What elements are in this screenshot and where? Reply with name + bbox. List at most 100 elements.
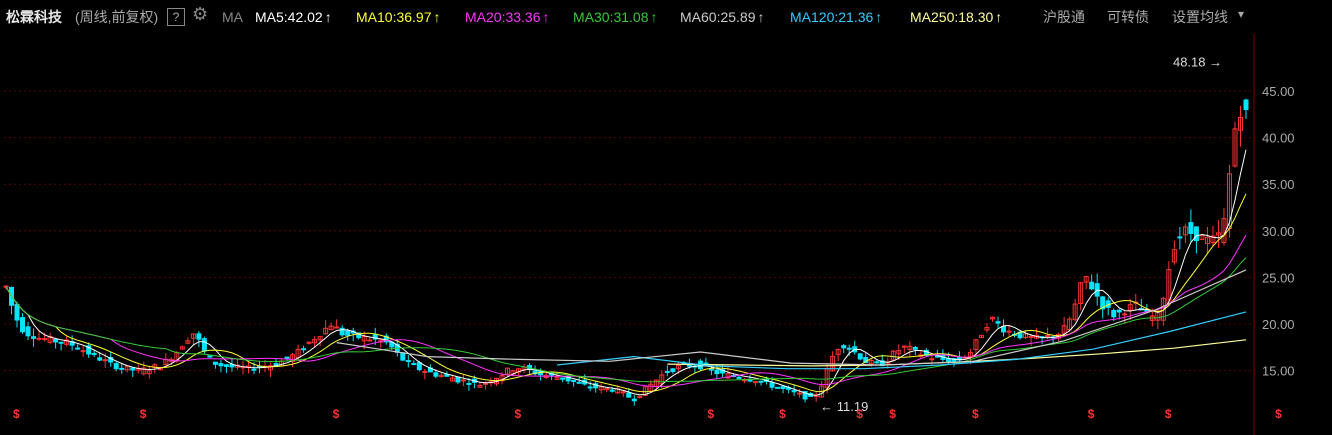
candle-body bbox=[576, 381, 582, 384]
up-arrow-icon: ↑ bbox=[757, 9, 765, 25]
candle-body bbox=[775, 386, 781, 389]
candle-body bbox=[874, 361, 880, 364]
candle-body bbox=[433, 372, 439, 377]
candle-body bbox=[301, 348, 307, 351]
ma-item-ma20[interactable]: MA20:33.36 ↑ bbox=[465, 9, 550, 25]
dividend-marker: $ bbox=[972, 407, 979, 421]
candle-body bbox=[1006, 330, 1012, 333]
dividend-marker: $ bbox=[856, 407, 863, 421]
candle-body bbox=[31, 336, 37, 339]
y-tick-label: 20.00 bbox=[1262, 317, 1295, 332]
candle-body bbox=[753, 381, 759, 384]
candle-body bbox=[405, 359, 411, 362]
candle-body bbox=[571, 379, 577, 383]
up-arrow-icon: ↑ bbox=[433, 9, 441, 25]
candle-body bbox=[58, 341, 64, 344]
up-arrow-icon: ↑ bbox=[875, 9, 883, 25]
dividend-marker: $ bbox=[140, 407, 147, 421]
up-arrow-icon: ↑ bbox=[995, 9, 1003, 25]
button-ma-settings[interactable]: 设置均线 bbox=[1172, 9, 1228, 25]
help-button[interactable]: ? bbox=[167, 8, 185, 26]
y-tick-label: 25.00 bbox=[1262, 270, 1295, 285]
y-tick-label: 35.00 bbox=[1262, 177, 1295, 192]
ma-item-ma250[interactable]: MA250:18.30 ↑ bbox=[910, 9, 1002, 25]
candle-body bbox=[1111, 310, 1117, 318]
chart-toolbar: 松霖科技 (周线,前复权) ? ⚙ MA MA5:42.02 ↑ MA10:36.9… bbox=[0, 0, 1332, 34]
button-convertible-bond[interactable]: 可转债 bbox=[1107, 9, 1149, 25]
candle-body bbox=[664, 370, 670, 373]
y-tick-label: 40.00 bbox=[1262, 131, 1295, 146]
candle-body bbox=[411, 363, 417, 366]
ma5-line bbox=[5, 149, 1247, 396]
candle-body bbox=[223, 364, 229, 367]
candle-body bbox=[780, 385, 786, 389]
candle-body bbox=[587, 386, 593, 389]
candle-body bbox=[857, 353, 863, 360]
candle-body bbox=[626, 392, 632, 398]
candle-body bbox=[201, 338, 207, 352]
dividend-marker: $ bbox=[515, 407, 522, 421]
candle-body bbox=[91, 352, 97, 355]
candle-body bbox=[841, 345, 847, 349]
candle-body bbox=[1028, 335, 1034, 338]
dividend-marker: $ bbox=[1088, 407, 1095, 421]
dividend-marker: $ bbox=[13, 407, 20, 421]
candle-body bbox=[284, 356, 290, 359]
up-arrow-icon: ↑ bbox=[650, 9, 658, 25]
y-tick-label: 30.00 bbox=[1262, 224, 1295, 239]
candle-body bbox=[560, 377, 566, 380]
candle-body bbox=[102, 359, 108, 362]
candle-body bbox=[1177, 236, 1183, 239]
period-label[interactable]: (周线,前复权) bbox=[75, 9, 158, 25]
dividend-marker: $ bbox=[707, 407, 714, 421]
candle-body bbox=[251, 368, 257, 371]
candle-body bbox=[1188, 222, 1194, 234]
dividend-marker: $ bbox=[889, 407, 896, 421]
candle-body bbox=[912, 346, 918, 350]
candle-body bbox=[791, 390, 797, 393]
candle-body bbox=[75, 347, 81, 350]
candle-body bbox=[1094, 283, 1100, 297]
ma-item-ma60[interactable]: MA60:25.89 ↑ bbox=[680, 9, 765, 25]
y-tick-label: 45.00 bbox=[1262, 84, 1295, 99]
candle-body bbox=[130, 367, 136, 371]
ma20-line bbox=[5, 234, 1247, 387]
up-arrow-icon: ↑ bbox=[324, 9, 332, 25]
stock-name: 松霖科技 bbox=[6, 9, 62, 25]
candle-body bbox=[14, 303, 20, 321]
ma-item-ma120[interactable]: MA120:21.36 ↑ bbox=[790, 9, 882, 25]
candle-body bbox=[736, 376, 742, 379]
candle-body bbox=[212, 361, 218, 365]
candle-body bbox=[466, 382, 472, 385]
candle-body bbox=[25, 326, 31, 337]
candle-body bbox=[367, 339, 373, 342]
candle-body bbox=[631, 398, 637, 402]
candle-body bbox=[1089, 281, 1095, 290]
candle-body bbox=[207, 355, 213, 358]
candle-body bbox=[196, 333, 202, 340]
ma-value: MA5:42.02 bbox=[255, 9, 323, 25]
candle-body bbox=[1243, 99, 1249, 111]
ma-item-ma10[interactable]: MA10:36.97 ↑ bbox=[356, 9, 441, 25]
ma-value: MA250:18.30 bbox=[910, 9, 994, 25]
chevron-down-icon[interactable]: ▾ bbox=[1238, 6, 1244, 22]
y-tick-label: 15.00 bbox=[1262, 364, 1295, 379]
ma-item-ma5[interactable]: MA5:42.02 ↑ bbox=[255, 9, 332, 25]
candle-body bbox=[1122, 313, 1128, 316]
ma120-line bbox=[557, 311, 1247, 370]
candle-body bbox=[995, 321, 1001, 324]
button-hkconnect[interactable]: 沪股通 bbox=[1043, 9, 1085, 25]
candle-body bbox=[604, 388, 610, 391]
candle-body bbox=[846, 347, 852, 350]
ma-item-ma30[interactable]: MA30:31.08 ↑ bbox=[573, 9, 658, 25]
dividend-marker: $ bbox=[1165, 407, 1172, 421]
dividend-marker: $ bbox=[779, 407, 786, 421]
candle-body bbox=[460, 379, 466, 382]
candle-body bbox=[797, 392, 803, 395]
candle-body bbox=[119, 367, 125, 370]
candlestick-chart[interactable]: 45.00 40.00 35.00 30.00 25.00 20.00 15.00 48.18… bbox=[0, 34, 1332, 435]
ma-value: MA10:36.97 bbox=[356, 9, 432, 25]
candle-body bbox=[482, 382, 488, 385]
candle-body bbox=[1193, 226, 1199, 242]
gear-icon[interactable]: ⚙ bbox=[192, 5, 208, 23]
